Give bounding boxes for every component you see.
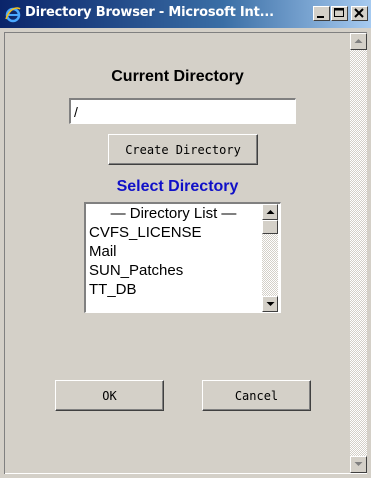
close-icon: [354, 8, 364, 18]
listbox-scroll-up-button[interactable]: [262, 204, 278, 220]
list-item[interactable]: SUN_Patches: [86, 261, 261, 280]
ok-button[interactable]: OK: [55, 380, 164, 411]
listbox-scroll-down-button[interactable]: [262, 296, 278, 312]
window-scroll-up-button[interactable]: [350, 33, 367, 50]
cancel-button[interactable]: Cancel: [202, 380, 311, 411]
maximize-button[interactable]: [331, 6, 348, 21]
dialog-content: Current Directory Create Directory Selec…: [5, 33, 350, 473]
current-directory-input[interactable]: [69, 98, 296, 124]
list-item[interactable]: CVFS_LICENSE: [86, 223, 261, 242]
list-header-item[interactable]: — Directory List —: [86, 204, 261, 223]
select-directory-heading: Select Directory: [116, 178, 239, 195]
window-scroll-down-button[interactable]: [350, 456, 367, 473]
create-directory-button[interactable]: Create Directory: [108, 134, 258, 165]
list-item[interactable]: Mail: [86, 242, 261, 261]
browser-window: Directory Browser - Microsoft Int... Cur…: [0, 0, 371, 478]
listbox-scrollbar[interactable]: [262, 204, 278, 312]
window-vertical-scrollbar[interactable]: [350, 33, 367, 473]
arrow-down-icon: [266, 302, 275, 306]
arrow-up-icon: [266, 210, 275, 214]
ie-logo-icon: [5, 7, 21, 23]
arrow-up-icon: [354, 39, 363, 43]
directory-listbox[interactable]: — Directory List — CVFS_LICENSE Mail SUN…: [84, 202, 281, 313]
directory-list: — Directory List — CVFS_LICENSE Mail SUN…: [86, 204, 261, 299]
close-button[interactable]: [351, 6, 368, 21]
current-directory-heading: Current Directory: [111, 68, 244, 85]
listbox-scroll-thumb[interactable]: [262, 220, 278, 234]
minimize-button[interactable]: [313, 6, 330, 21]
client-area: Current Directory Create Directory Selec…: [4, 32, 367, 474]
list-item[interactable]: TT_DB: [86, 280, 261, 299]
window-title: Directory Browser - Microsoft Int...: [25, 5, 274, 20]
arrow-down-icon: [354, 462, 363, 466]
title-bar[interactable]: Directory Browser - Microsoft Int...: [0, 0, 371, 28]
minimize-icon: [317, 16, 324, 18]
maximize-icon: [334, 8, 344, 17]
